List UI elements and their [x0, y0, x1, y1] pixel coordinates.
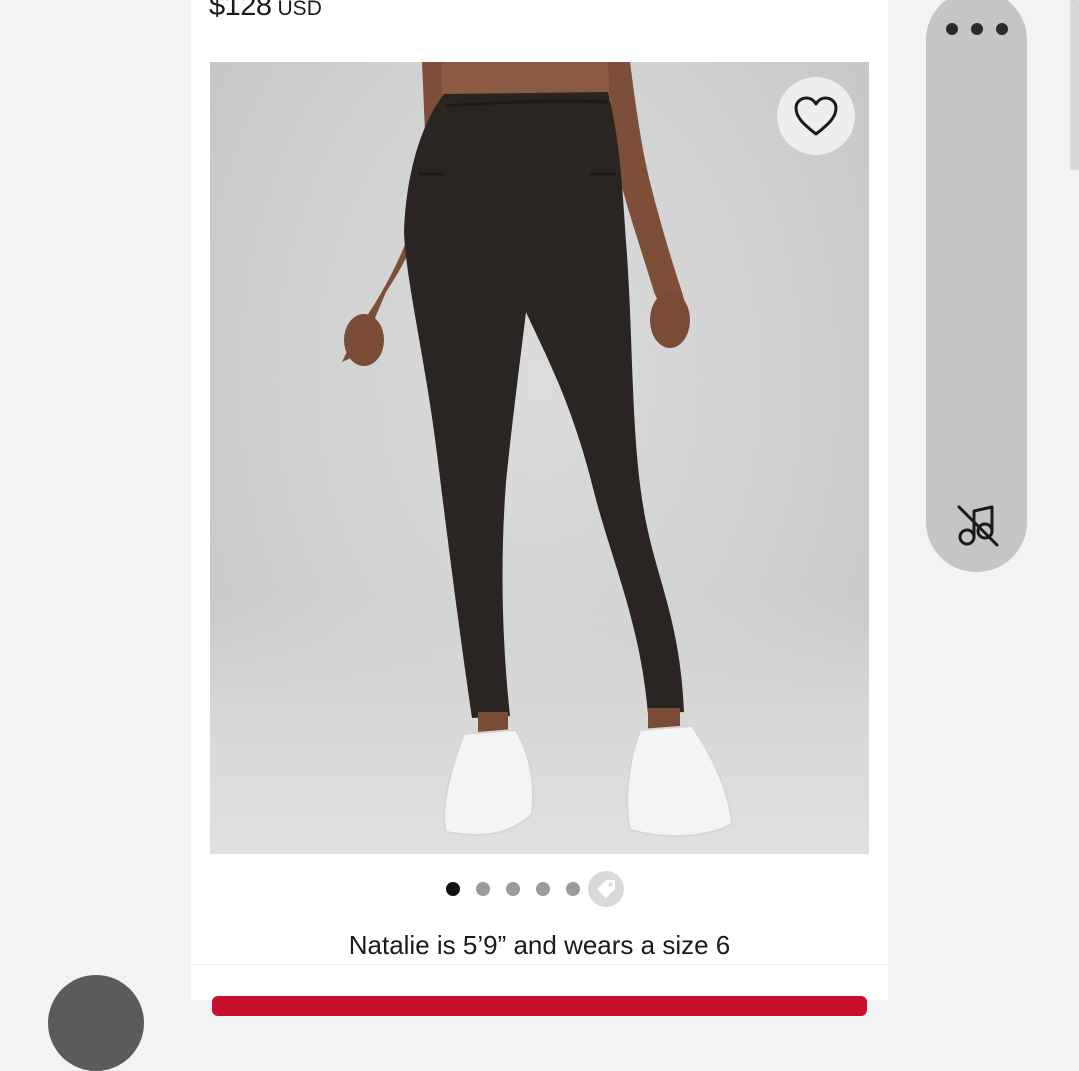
favorite-button[interactable] — [777, 77, 855, 155]
scrollbar-thumb[interactable] — [1070, 0, 1079, 170]
more-horizontal-icon — [996, 23, 1008, 35]
add-to-bag-button[interactable] — [212, 996, 867, 1016]
price-row: $128 USD — [209, 0, 322, 30]
floating-action-button[interactable] — [48, 975, 144, 1071]
gallery-dot[interactable] — [476, 882, 490, 896]
side-action-panel — [926, 0, 1027, 572]
heart-outline-icon — [794, 96, 838, 136]
divider — [191, 964, 888, 965]
more-horizontal-icon — [946, 23, 958, 35]
gallery-dot[interactable] — [566, 882, 580, 896]
more-horizontal-icon — [971, 23, 983, 35]
model-size-caption: Natalie is 5’9” and wears a size 6 — [348, 930, 731, 960]
price-currency: USD — [277, 0, 322, 20]
music-off-icon — [957, 505, 999, 547]
mute-music-button[interactable] — [950, 498, 1004, 552]
more-options-button[interactable] — [946, 14, 1008, 44]
gallery-dot[interactable] — [506, 882, 520, 896]
gallery-pagination — [446, 870, 624, 908]
gallery-dot[interactable] — [536, 882, 550, 896]
price-tag-icon — [597, 880, 615, 898]
gallery-dot[interactable] — [446, 882, 460, 896]
price-amount: $128 — [209, 0, 272, 22]
model-figure — [342, 62, 734, 838]
gallery-tag-button[interactable] — [588, 871, 624, 907]
product-image[interactable] — [210, 62, 869, 854]
